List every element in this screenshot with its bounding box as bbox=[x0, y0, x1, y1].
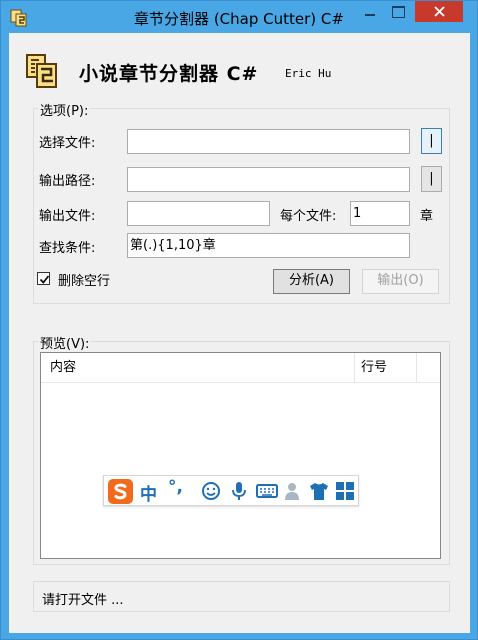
output-path-label: 输出路径: bbox=[39, 174, 96, 189]
options-legend: 选项(P): bbox=[38, 100, 91, 119]
smiley-icon[interactable] bbox=[200, 481, 222, 501]
grid-icon[interactable] bbox=[334, 481, 356, 501]
per-file-unit: 章 bbox=[420, 209, 434, 224]
output-path-field[interactable] bbox=[127, 167, 410, 192]
preview-list[interactable]: 内容 行号 bbox=[40, 352, 441, 559]
tshirt-icon[interactable] bbox=[308, 481, 330, 501]
output-file-label: 输出文件: bbox=[39, 209, 96, 224]
app-window: 章节分割器 (Chap Cutter) C# 小说章节分割器 C# Eric H… bbox=[0, 0, 478, 640]
sogou-logo-icon[interactable] bbox=[108, 479, 133, 504]
select-file-field[interactable] bbox=[127, 129, 410, 154]
close-icon bbox=[434, 6, 445, 17]
column-header-filler bbox=[417, 353, 440, 383]
client-area: 小说章节分割器 C# Eric Hu 选项(P): 选择文件: | 输出路径: … bbox=[9, 33, 470, 633]
status-text: 请打开文件 ... bbox=[42, 593, 124, 608]
status-bar: 请打开文件 ... bbox=[33, 581, 450, 612]
list-header: 内容 行号 bbox=[41, 353, 440, 383]
per-file-field[interactable]: 1 bbox=[350, 201, 410, 226]
select-file-label: 选择文件: bbox=[39, 136, 96, 151]
check-icon bbox=[39, 275, 50, 284]
checkbox-box[interactable] bbox=[37, 272, 50, 285]
microphone-icon[interactable] bbox=[228, 481, 250, 501]
close-button[interactable] bbox=[415, 1, 463, 22]
find-condition-label: 查找条件: bbox=[39, 241, 96, 256]
browse-path-button[interactable]: | bbox=[421, 166, 442, 192]
ime-mode-toggle[interactable]: 中 bbox=[140, 480, 164, 505]
user-icon[interactable] bbox=[282, 481, 304, 501]
export-button[interactable]: 输出(O) bbox=[362, 269, 439, 294]
keyboard-icon[interactable] bbox=[256, 481, 278, 501]
browse-file-button[interactable]: | bbox=[421, 128, 442, 154]
preview-legend: 预览(V): bbox=[38, 333, 92, 352]
delete-blank-lines-label: 删除空行 bbox=[58, 274, 111, 289]
column-header-content[interactable]: 内容 bbox=[41, 353, 355, 383]
find-condition-field[interactable]: 第(.){1,10}章 bbox=[127, 233, 410, 258]
per-file-label: 每个文件: bbox=[280, 209, 337, 224]
minimize-button[interactable] bbox=[357, 1, 383, 22]
analyze-button[interactable]: 分析(A) bbox=[273, 269, 350, 294]
output-file-field[interactable] bbox=[127, 201, 270, 226]
ime-toolbar[interactable]: 中 °, bbox=[103, 475, 359, 506]
ime-punct-toggle[interactable]: °, bbox=[168, 477, 190, 497]
maximize-button[interactable] bbox=[385, 1, 411, 22]
title-bar[interactable]: 章节分割器 (Chap Cutter) C# bbox=[1, 1, 477, 33]
app-logo-icon bbox=[26, 54, 57, 88]
column-header-line-number[interactable]: 行号 bbox=[355, 353, 417, 383]
author-label: Eric Hu bbox=[285, 67, 332, 80]
app-heading: 小说章节分割器 C# bbox=[79, 63, 259, 85]
